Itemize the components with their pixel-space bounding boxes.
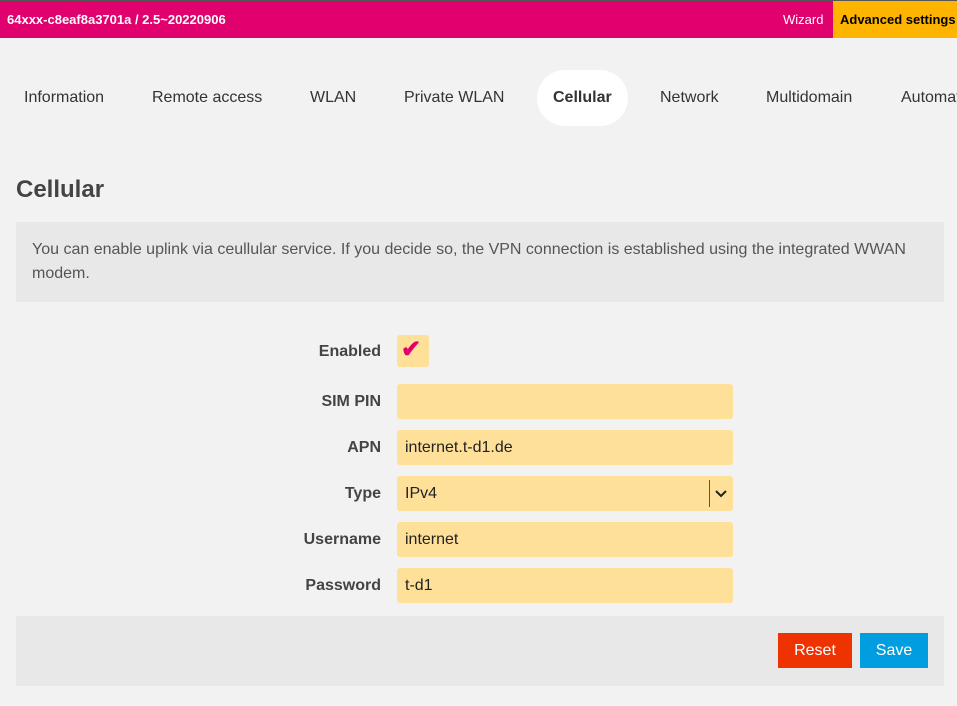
tab-remote-access[interactable]: Remote access [152,70,262,126]
top-bar: 64xxx-c8eaf8a3701a / 2.5~20220906 Wizard… [0,0,957,38]
enabled-label: Enabled [318,343,381,360]
password-field[interactable] [397,568,733,603]
username-label: Username [303,531,381,548]
type-select[interactable]: IPv4 [397,476,733,511]
apn-label: APN [347,439,381,456]
sim-pin-field[interactable] [397,384,733,419]
checkmark-icon: ✔ [401,336,422,363]
select-divider [709,480,710,507]
chevron-down-icon [715,490,727,498]
tab-bar: Information Remote access WLAN Private W… [0,70,957,126]
device-id: 64xxx-c8eaf8a3701a / 2.5~20220906 [7,12,226,27]
type-select-value: IPv4 [405,485,438,502]
info-box: You can enable uplink via ceullular serv… [16,222,944,302]
tab-network[interactable]: Network [660,70,719,126]
save-button[interactable]: Save [860,633,928,668]
advanced-settings-link[interactable]: Advanced settings [833,1,957,38]
tab-information[interactable]: Information [24,70,104,126]
password-label: Password [305,577,381,594]
page-title: Cellular [16,176,105,203]
tab-wlan[interactable]: WLAN [310,70,356,126]
type-label: Type [344,485,381,502]
enabled-checkbox[interactable]: ✔ [397,335,429,367]
tab-multidomain[interactable]: Multidomain [766,70,852,126]
reset-button[interactable]: Reset [778,633,852,668]
tab-private-wlan[interactable]: Private WLAN [404,70,504,126]
tab-cellular[interactable]: Cellular [537,70,628,126]
sim-pin-label: SIM PIN [321,393,381,410]
wizard-link[interactable]: Wizard [783,12,823,27]
apn-field[interactable] [397,430,733,465]
tab-automation[interactable]: Automat [901,70,957,126]
username-field[interactable] [397,522,733,557]
